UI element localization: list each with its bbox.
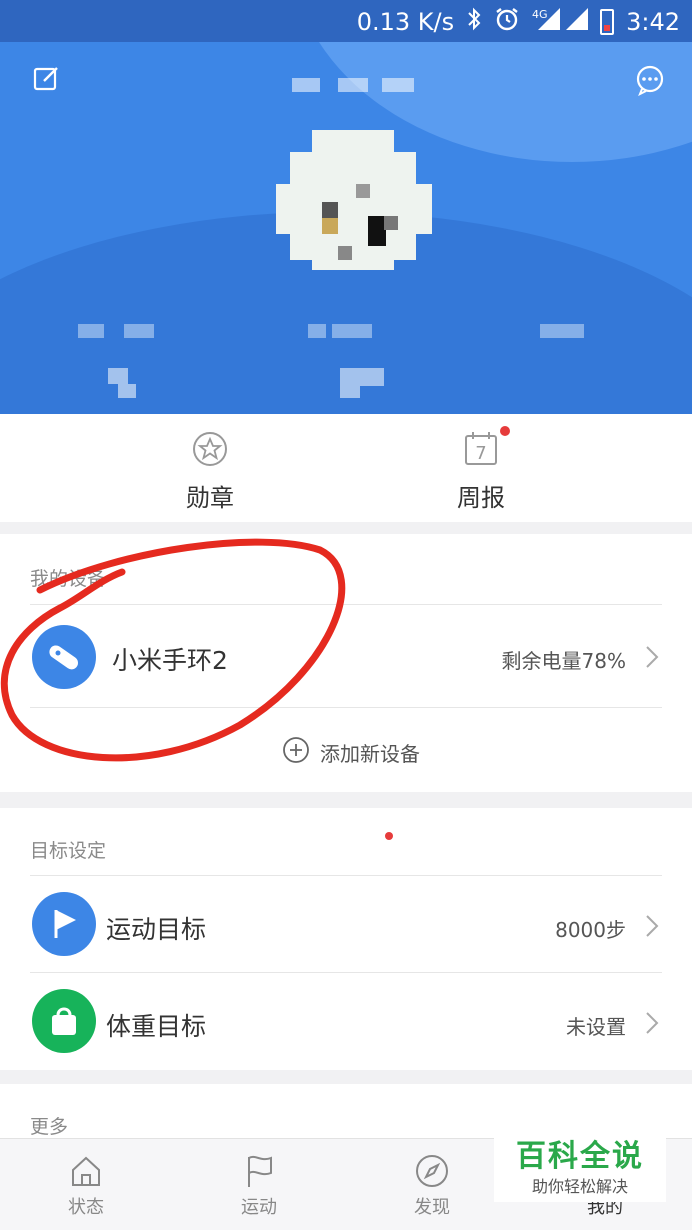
medals-label: 勋章: [186, 484, 234, 512]
edit-icon[interactable]: [32, 64, 66, 98]
device-row[interactable]: 小米手环2 剩余电量78%: [0, 605, 692, 707]
svg-text:7: 7: [475, 443, 486, 464]
nav-exercise-label: 运动: [241, 1197, 277, 1218]
medals-button[interactable]: 勋章: [150, 430, 270, 513]
nav-status-label: 状态: [68, 1197, 104, 1218]
watermark-title: 百科全说: [516, 1139, 644, 1174]
goals-card: 目标设定 运动目标 8000步 体重目标 未设置: [0, 808, 692, 1070]
weekly-report-button[interactable]: 7 周报: [421, 430, 541, 513]
exercise-goal-value: 8000步: [555, 918, 626, 942]
app-screen: 0.13 K/s 4G 3:42 勋章 7 周报 我的设备 小米手环2 剩余电量…: [0, 0, 692, 1230]
exercise-goal-label: 运动目标: [106, 915, 207, 944]
clock: 3:42: [626, 8, 680, 36]
nav-discover-label: 发现: [414, 1197, 450, 1218]
quick-stats: 勋章 7 周报: [0, 414, 692, 522]
weight-goal-row[interactable]: 体重目标 未设置: [0, 973, 692, 1069]
flag-outline-icon: [241, 1153, 277, 1189]
avatar[interactable]: [276, 124, 432, 274]
nav-status[interactable]: 状态: [36, 1153, 136, 1219]
signal-icon: 4G: [532, 6, 589, 38]
flag-icon: [32, 892, 96, 956]
devices-section-title: 我的设备: [30, 568, 107, 590]
nav-discover[interactable]: 发现: [382, 1153, 482, 1219]
svg-text:4G: 4G: [532, 8, 548, 21]
add-circle-icon: [282, 736, 310, 764]
weekly-report-badge: [500, 426, 510, 436]
weight-goal-value: 未设置: [566, 1015, 626, 1039]
my-devices-card: 我的设备 小米手环2 剩余电量78% 添加新设备: [0, 534, 692, 792]
alarm-icon: [494, 6, 520, 38]
medal-icon: [191, 430, 229, 468]
profile-header: [0, 42, 692, 414]
add-device-label: 添加新设备: [320, 742, 420, 766]
chevron-right-icon: [644, 912, 660, 940]
network-speed: 0.13 K/s: [356, 8, 455, 36]
nav-exercise[interactable]: 运动: [209, 1153, 309, 1219]
device-battery: 剩余电量78%: [501, 649, 626, 673]
compass-icon: [414, 1153, 450, 1189]
band-icon: [32, 625, 96, 689]
exercise-goal-row[interactable]: 运动目标 8000步: [0, 876, 692, 972]
more-section-title: 更多: [30, 1116, 69, 1138]
weekly-report-label: 周报: [457, 484, 505, 512]
chevron-right-icon: [644, 1009, 660, 1037]
weight-goal-label: 体重目标: [106, 1012, 207, 1041]
home-icon: [68, 1153, 104, 1189]
chevron-right-icon: [644, 643, 660, 671]
watermark-logo: 百科全说 助你轻松解决: [494, 1136, 666, 1202]
goals-section-title: 目标设定: [30, 840, 107, 862]
bluetooth-icon: [466, 7, 482, 37]
watermark-subtitle: 助你轻松解决: [531, 1177, 628, 1196]
calendar-icon: 7: [462, 430, 500, 468]
bag-icon: [32, 989, 96, 1053]
more-card: 更多: [0, 1084, 692, 1144]
add-device-button[interactable]: 添加新设备: [0, 708, 692, 792]
goals-badge: [385, 832, 393, 840]
status-bar: 0.13 K/s 4G 3:42: [0, 0, 692, 42]
battery-icon: [600, 9, 615, 35]
chat-bubble-icon[interactable]: [634, 64, 668, 98]
device-name: 小米手环2: [112, 646, 228, 675]
